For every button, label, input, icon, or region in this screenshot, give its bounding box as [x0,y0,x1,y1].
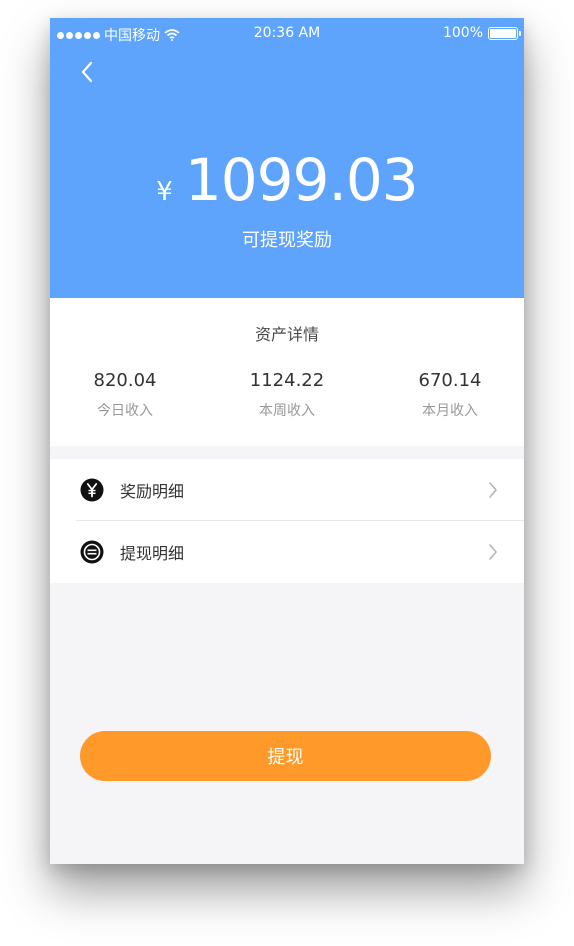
phone-screen: 中国移动 20:36 AM 100% ¥ 1099.03 可提现奖励 资产详情 … [50,18,524,864]
stat-label: 本月收入 [422,403,478,419]
stat-week: 1124.22 本周收入 [212,370,362,420]
asset-details-title: 资产详情 [254,325,319,344]
stat-value: 820.04 [93,370,157,391]
chevron-right-icon [489,482,497,498]
row-label: 奖励明细 [120,482,185,501]
stat-today: 820.04 今日收入 [50,370,200,420]
stat-value: 1124.22 [249,370,325,391]
status-bar: 中国移动 20:36 AM 100% [50,18,524,50]
reward-details-row[interactable]: 奖励明细 [50,459,524,521]
page: 中国移动 20:36 AM 100% ¥ 1099.03 可提现奖励 资产详情 … [0,0,574,946]
amount-label: 可提现奖励 [242,230,332,251]
row-label: 提现明细 [120,544,185,563]
battery-icon [488,26,521,40]
asset-details: 资产详情 820.04 今日收入 1124.22 本周收入 670.14 本月收… [50,298,524,446]
chevron-right-icon [489,544,497,560]
stat-value: 670.14 [418,370,482,391]
battery-percent: 100% [442,25,483,41]
currency-symbol: ¥ [156,177,173,207]
stat-label: 本周收入 [259,403,315,419]
withdraw-button[interactable]: 提现 [80,731,491,781]
withdraw-record-icon [80,540,104,564]
withdraw-details-row[interactable]: 提现明细 [50,521,524,583]
reward-header: 中国移动 20:36 AM 100% ¥ 1099.03 可提现奖励 [50,18,524,298]
detail-list: 奖励明细 提现明细 [50,459,524,583]
reward-amount: ¥ 1099.03 [50,146,524,214]
yen-icon [80,478,104,502]
stat-label: 今日收入 [97,403,153,419]
amount-value: 1099.03 [184,146,419,214]
stat-month: 670.14 本月收入 [375,370,524,420]
back-icon[interactable] [78,60,96,84]
